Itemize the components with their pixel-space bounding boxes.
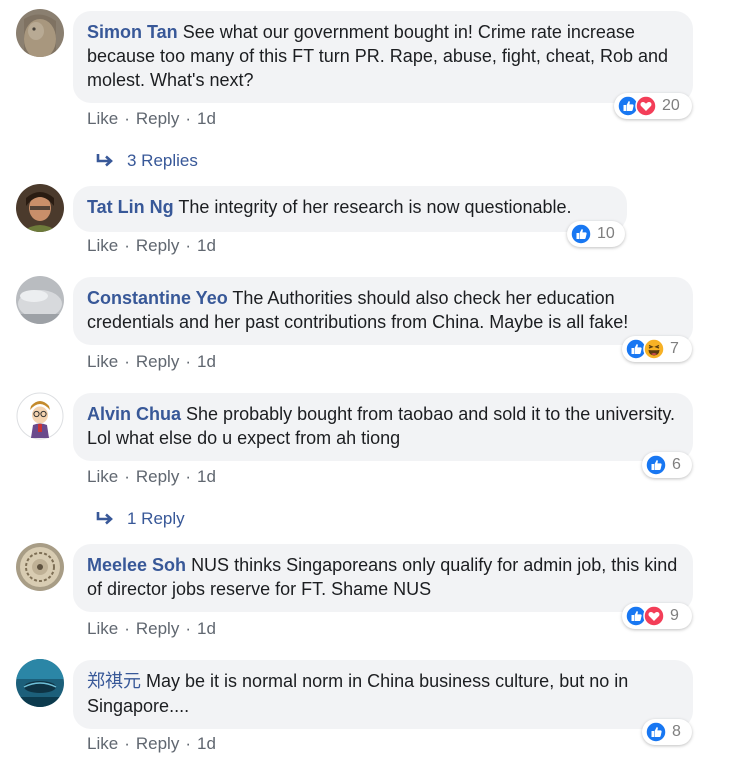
reaction-count: 10 [597,225,615,242]
reply-arrow-icon [95,152,117,168]
comment-timestamp[interactable]: 1d [197,734,216,753]
comment-bubble: Alvin Chua She probably bought from taob… [73,393,693,461]
love-icon [643,605,665,627]
like-link[interactable]: Like [87,236,118,255]
reaction-summary[interactable]: 6 [642,452,692,478]
reaction-summary[interactable]: 9 [622,603,692,629]
reaction-count: 9 [670,607,679,624]
like-link[interactable]: Like [87,109,118,128]
reaction-summary[interactable]: 8 [642,719,692,745]
avatar[interactable] [16,276,64,324]
comment-author[interactable]: Alvin Chua [87,404,181,424]
comment-actions: Like · Reply · 1d [87,236,216,255]
comment-author[interactable]: Tat Lin Ng [87,197,174,217]
comment-author[interactable]: 郑祺元 [87,671,141,692]
like-link[interactable]: Like [87,734,118,753]
comment-text: May be it is normal norm in China busine… [87,671,629,716]
comment-text: The integrity of her research is now que… [178,197,572,217]
reaction-summary[interactable]: 10 [567,221,625,247]
comment-timestamp[interactable]: 1d [197,236,216,255]
reply-link[interactable]: Reply [136,109,179,128]
comment-bubble: Tat Lin Ng The integrity of her research… [73,186,627,232]
comment-timestamp[interactable]: 1d [197,352,216,371]
avatar[interactable] [16,392,64,440]
avatar[interactable] [16,543,64,591]
like-link[interactable]: Like [87,352,118,371]
comment-actions: Like · Reply · 1d [87,619,216,638]
reaction-count: 8 [672,723,681,740]
view-replies-link[interactable]: 1 Reply [95,508,185,530]
reaction-count: 6 [672,456,681,473]
comment-timestamp[interactable]: 1d [197,467,216,486]
reply-link[interactable]: Reply [136,734,179,753]
reaction-summary[interactable]: 7 [622,336,692,362]
like-icon [645,721,667,743]
comment-actions: Like · Reply · 1d [87,467,216,486]
comment-bubble: 郑祺元 May be it is normal norm in China bu… [73,660,693,729]
avatar[interactable] [16,9,64,57]
love-icon [635,95,657,117]
comment-actions: Like · Reply · 1d [87,734,216,753]
reaction-count: 20 [662,97,680,114]
reply-link[interactable]: Reply [136,236,179,255]
comment-bubble: Constantine Yeo The Authorities should a… [73,277,693,345]
reaction-summary[interactable]: 20 [614,93,692,119]
avatar[interactable] [16,659,64,707]
like-link[interactable]: Like [87,467,118,486]
reaction-count: 7 [670,340,679,357]
avatar[interactable] [16,184,64,232]
reply-arrow-icon [95,510,117,526]
like-icon [645,454,667,476]
comment-timestamp[interactable]: 1d [197,619,216,638]
comment-author[interactable]: Constantine Yeo [87,288,228,308]
reply-link[interactable]: Reply [136,467,179,486]
haha-icon [643,338,665,360]
comment-actions: Like · Reply · 1d [87,352,216,371]
replies-count[interactable]: 1 Reply [127,509,185,528]
like-link[interactable]: Like [87,619,118,638]
comment-author[interactable]: Meelee Soh [87,555,186,575]
reply-link[interactable]: Reply [136,352,179,371]
view-replies-link[interactable]: 3 Replies [95,150,198,172]
comment-bubble: Simon Tan See what our government bought… [73,11,693,103]
comment-timestamp[interactable]: 1d [197,109,216,128]
comment-bubble: Meelee Soh NUS thinks Singaporeans only … [73,544,693,612]
replies-count[interactable]: 3 Replies [127,151,198,170]
reply-link[interactable]: Reply [136,619,179,638]
like-icon [570,223,592,245]
comment-actions: Like · Reply · 1d [87,109,216,128]
comment-author[interactable]: Simon Tan [87,22,178,42]
